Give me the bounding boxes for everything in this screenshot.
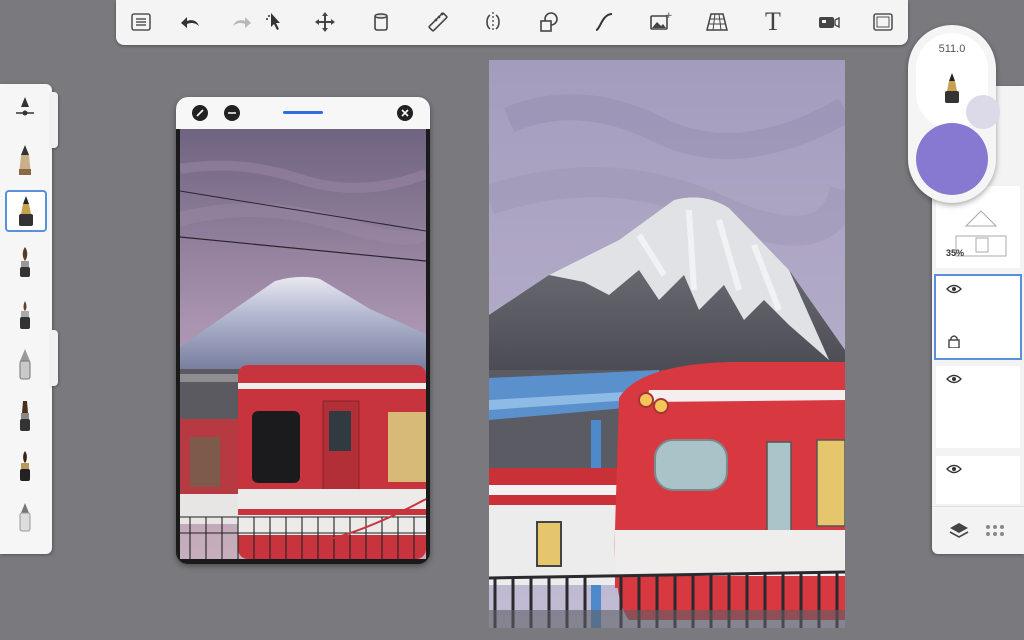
lock-icon[interactable] (948, 334, 960, 348)
pin-icon[interactable] (192, 105, 208, 121)
eye-icon[interactable] (946, 464, 962, 474)
text-icon[interactable]: T (756, 6, 790, 38)
selection-icon[interactable] (257, 6, 291, 38)
perspective-grid-icon[interactable] (700, 6, 734, 38)
paint-brush-icon[interactable] (5, 242, 45, 282)
brush-color-popup: 511.0 (908, 25, 1000, 203)
layer-active[interactable] (934, 274, 1022, 360)
marker-brush-icon[interactable] (5, 294, 45, 334)
gallery-list-icon[interactable] (124, 6, 158, 38)
flat-brush-icon[interactable] (5, 396, 45, 436)
reference-image-window[interactable] (176, 97, 430, 564)
current-color-swatch[interactable] (916, 123, 988, 195)
redo-icon[interactable] (224, 6, 258, 38)
fullscreen-icon[interactable] (866, 6, 900, 38)
shapes-icon[interactable] (532, 6, 566, 38)
transform-icon[interactable] (308, 6, 342, 38)
size-slider-icon[interactable] (5, 88, 45, 128)
pencil-brush-icon[interactable] (5, 140, 45, 180)
layer-3[interactable] (936, 366, 1020, 448)
curve-icon[interactable] (587, 6, 621, 38)
airbrush-brush-icon[interactable] (5, 344, 45, 384)
ruler-icon[interactable] (421, 6, 455, 38)
text-tool-label: T (765, 7, 781, 36)
oil-brush-icon[interactable] (5, 446, 45, 486)
layer-opacity-label: 35% (946, 248, 965, 258)
brush-panel-handle-top[interactable] (50, 92, 58, 148)
insert-image-icon[interactable]: + (643, 6, 677, 38)
layers-icon[interactable] (948, 521, 970, 541)
undo-icon[interactable] (174, 6, 208, 38)
brush-size-value: 511.0 (938, 43, 966, 55)
ink-pen-brush-icon (945, 73, 959, 103)
svg-text:+: + (665, 11, 672, 21)
video-icon[interactable] (812, 6, 846, 38)
reference-photo (180, 129, 426, 559)
grid-menu-icon[interactable] (984, 521, 1006, 541)
ink-pen-brush-icon[interactable] (5, 190, 47, 232)
main-toolbar: + T (116, 0, 908, 45)
eraser-brush-icon[interactable] (5, 496, 45, 536)
reference-window-titlebar[interactable] (176, 97, 430, 129)
opacity-control[interactable] (966, 95, 1000, 129)
close-icon[interactable] (397, 105, 413, 121)
fill-bucket-icon[interactable] (364, 6, 398, 38)
layers-footer (932, 506, 1024, 555)
brush-panel (0, 84, 52, 554)
drawing-canvas[interactable] (489, 60, 845, 628)
eye-icon[interactable] (946, 374, 962, 384)
brush-panel-handle-bottom[interactable] (50, 330, 58, 386)
minimize-icon[interactable] (224, 105, 240, 121)
symmetry-icon[interactable] (476, 6, 510, 38)
layer-4[interactable] (936, 456, 1020, 504)
eye-icon[interactable] (946, 284, 962, 294)
reference-window-drag-handle[interactable] (283, 111, 323, 114)
